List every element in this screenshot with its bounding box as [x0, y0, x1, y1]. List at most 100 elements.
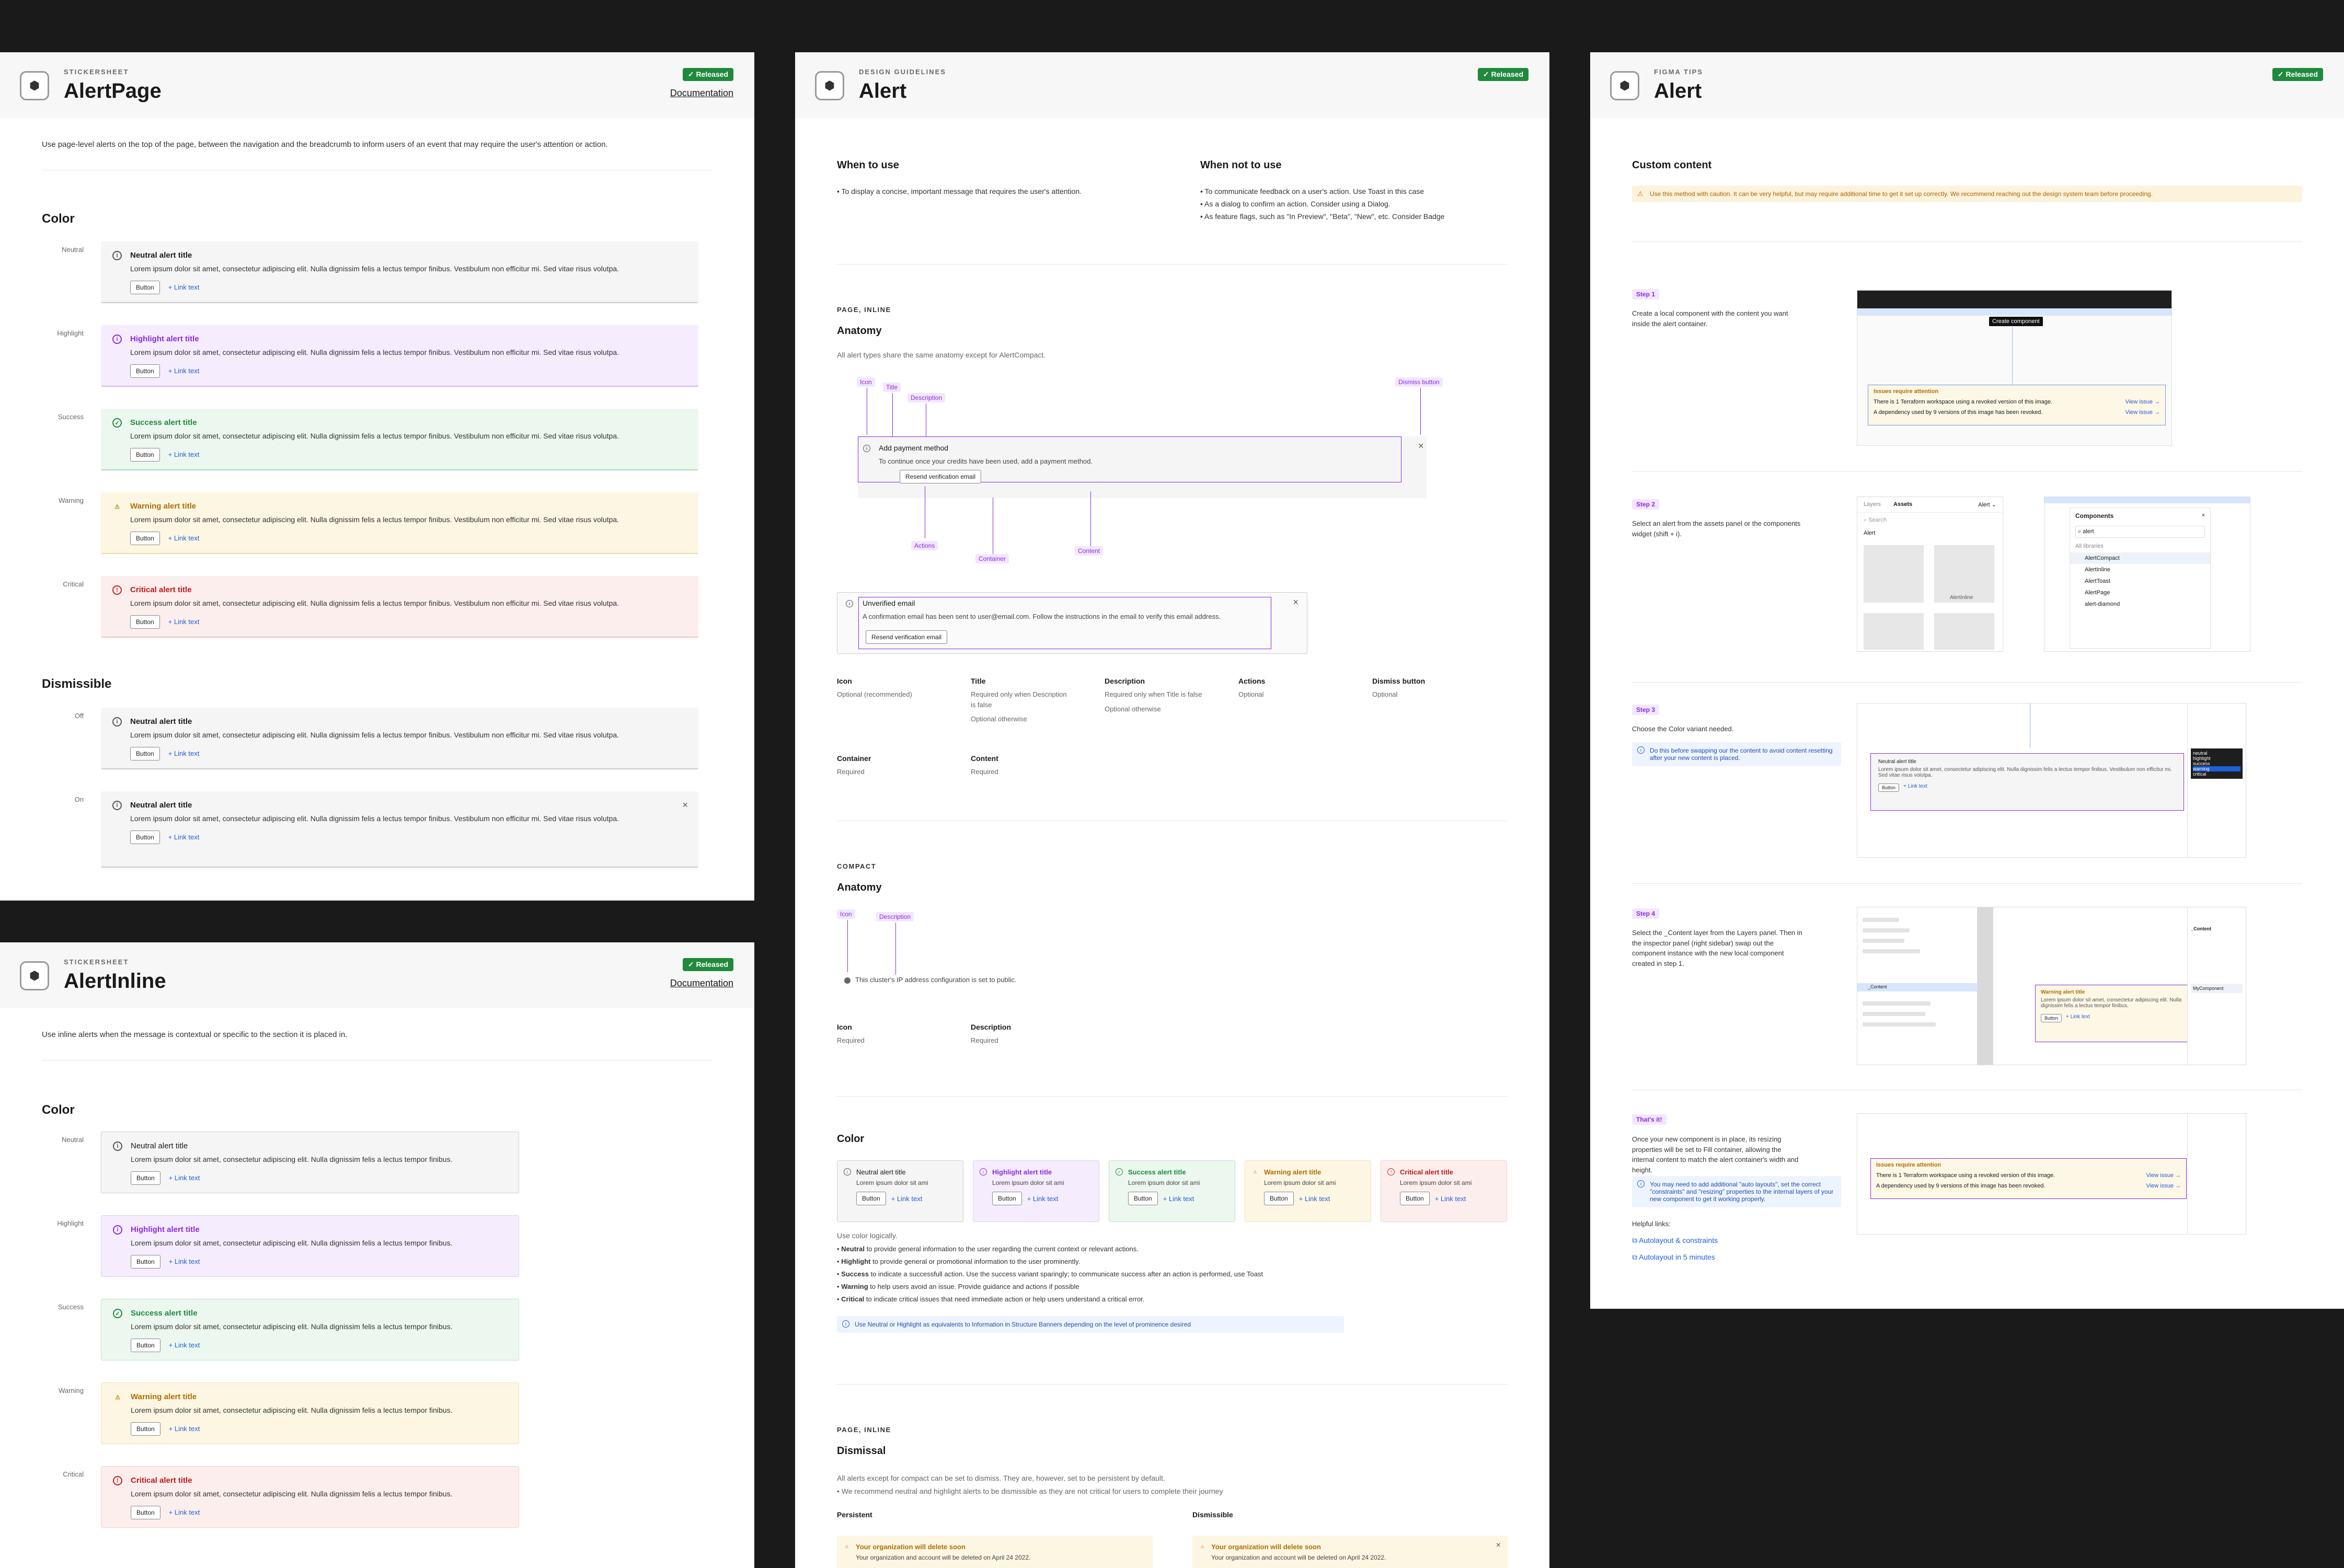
alert-link[interactable]: + Link text — [169, 1425, 200, 1433]
layer-row[interactable] — [1863, 1012, 1925, 1016]
frame-kicker: STICKERSHEET — [64, 68, 129, 76]
help-link-autolayout-5min[interactable]: ⧉ Autolayout in 5 minutes — [1632, 1253, 1715, 1262]
alert-link[interactable]: + Link text — [1435, 1195, 1466, 1203]
alert-button[interactable]: Button — [131, 1171, 160, 1185]
library-dropdown[interactable]: Alert ⌄ — [1978, 501, 1996, 508]
info-icon: i — [846, 600, 853, 607]
asset-thumbnail[interactable] — [1864, 545, 1924, 603]
alert-link[interactable]: + Link text — [168, 750, 200, 757]
alert-button[interactable]: Button — [130, 280, 160, 294]
variant-usage: to indicate critical issues that need im… — [864, 1295, 1145, 1304]
alert-button[interactable]: Button — [131, 1422, 160, 1436]
alert-link[interactable]: + Link text — [168, 283, 200, 291]
view-issue-link[interactable]: View issue → — [2125, 409, 2160, 416]
close-icon[interactable]: × — [682, 800, 688, 811]
alert-link[interactable]: + Link text — [169, 1174, 200, 1182]
alert-button[interactable]: Button — [1400, 1192, 1430, 1205]
alert-link[interactable]: + Link text — [1299, 1195, 1330, 1203]
alert-link[interactable]: + Link text — [2066, 1014, 2090, 1022]
alert-button[interactable]: Button — [130, 447, 160, 462]
alert-button[interactable]: Button — [131, 1254, 160, 1269]
variant-option[interactable]: highlight — [2193, 756, 2240, 761]
component-item[interactable]: AlertCompact — [2070, 552, 2210, 564]
alert-button[interactable]: Button — [130, 531, 160, 545]
figma-ruler — [2044, 497, 2250, 503]
alert-button[interactable]: Button — [130, 746, 160, 760]
alert-link[interactable]: + Link text — [168, 367, 200, 375]
alert-link[interactable]: + Link text — [168, 833, 200, 841]
variant-option[interactable]: critical — [2193, 771, 2240, 777]
help-link-autolayout-constraints[interactable]: ⧉ Autolayout & constraints — [1632, 1236, 1718, 1245]
part-desc: Optional (recommended) — [837, 690, 912, 698]
alert-link[interactable]: + Link text — [891, 1195, 923, 1203]
documentation-link[interactable]: Documentation — [670, 978, 733, 989]
alert-description: Lorem ipsum dolor sit amet, consectetur … — [1878, 767, 2172, 778]
asset-thumbnail[interactable] — [1864, 613, 1924, 650]
alert-description: Lorem ipsum dolor sit amet, consectetur … — [130, 599, 619, 607]
component-item[interactable]: alert-diamond — [2070, 598, 2210, 610]
demo-button[interactable]: Resend verification email — [900, 470, 982, 483]
info-icon: i — [863, 445, 870, 452]
close-icon[interactable]: × — [1418, 441, 1424, 452]
layer-row[interactable] — [1863, 918, 1899, 922]
alert-link[interactable]: + Link text — [168, 618, 200, 626]
alert-link[interactable]: + Link text — [168, 451, 200, 458]
tab-assets[interactable]: Assets — [1893, 501, 1912, 508]
alert-button[interactable]: Button — [1264, 1192, 1294, 1205]
alert-link[interactable]: + Link text — [169, 1258, 200, 1265]
components-title: Components — [2075, 512, 2114, 520]
alert-link[interactable]: + Link text — [169, 1508, 200, 1516]
alert-button[interactable]: Button — [1878, 783, 1900, 792]
view-issue-link[interactable]: View issue → — [2146, 1172, 2181, 1179]
alert-title: Your organization will delete soon — [1211, 1543, 1321, 1551]
alertinline-frame: ⬢ STICKERSHEET AlertInline ✓ Released Do… — [0, 942, 754, 1568]
close-icon[interactable]: × — [1293, 597, 1299, 608]
assets-search[interactable]: ⌕ Search — [1857, 513, 2003, 528]
alert-button[interactable]: Button — [130, 830, 160, 844]
alert-button[interactable]: Button — [130, 615, 160, 629]
alert-link[interactable]: + Link text — [1903, 783, 1927, 792]
alert-diamond-icon: ! — [112, 585, 122, 595]
layer-row[interactable] — [1863, 1001, 1931, 1006]
variant-usage: to provide general or promotional inform… — [870, 1258, 1081, 1266]
layer-row[interactable] — [1863, 949, 1920, 953]
part-desc: Required — [837, 1036, 865, 1044]
view-issue-link[interactable]: View issue → — [2125, 399, 2160, 405]
frame-kicker: STICKERSHEET — [64, 958, 129, 966]
asset-thumbnail[interactable]: AlertInline — [1934, 545, 1994, 603]
close-icon[interactable]: × — [1496, 1541, 1501, 1550]
components-search-input[interactable]: ⌕ alert — [2075, 526, 2205, 538]
layer-row-selected[interactable]: _Content — [1857, 983, 1978, 991]
alert-link[interactable]: + Link text — [1163, 1195, 1194, 1203]
alert-button[interactable]: Button — [2041, 1014, 2062, 1022]
component-item[interactable]: AlertPage — [2070, 587, 2210, 598]
demo-button[interactable]: Resend verification email — [866, 630, 948, 644]
variant-dropdown[interactable]: neutral highlight success warning critic… — [2191, 748, 2243, 779]
alert-button[interactable]: Button — [992, 1192, 1022, 1205]
step-label: Step 4 — [1632, 908, 1660, 919]
layer-row[interactable] — [1863, 1022, 1936, 1027]
all-libraries[interactable]: All libraries — [2070, 540, 2210, 552]
alert-button[interactable]: Button — [131, 1505, 160, 1519]
tab-layers[interactable]: Layers — [1864, 501, 1881, 508]
alert-link[interactable]: + Link text — [1027, 1195, 1059, 1203]
warning-triangle-icon: ⚠ — [1253, 1169, 1257, 1174]
variant-option[interactable]: neutral — [2193, 751, 2240, 756]
variant-option[interactable]: success — [2193, 761, 2240, 766]
asset-thumbnail[interactable] — [1934, 613, 1994, 650]
layer-row[interactable] — [1863, 928, 1910, 932]
variant-option-selected[interactable]: warning — [2193, 766, 2240, 771]
component-item[interactable]: AlertInline — [2070, 564, 2210, 575]
alert-button[interactable]: Button — [130, 364, 160, 378]
alert-link[interactable]: + Link text — [169, 1341, 200, 1349]
documentation-link[interactable]: Documentation — [670, 88, 733, 99]
close-icon[interactable]: × — [2202, 512, 2205, 520]
swap-instance-item[interactable]: MyComponent — [2191, 984, 2243, 993]
view-issue-link[interactable]: View issue → — [2146, 1183, 2181, 1189]
alert-button[interactable]: Button — [856, 1192, 886, 1205]
alert-button[interactable]: Button — [131, 1338, 160, 1352]
component-item[interactable]: AlertToast — [2070, 575, 2210, 587]
layer-row[interactable] — [1863, 939, 1904, 943]
alert-button[interactable]: Button — [1128, 1192, 1158, 1205]
alert-link[interactable]: + Link text — [168, 534, 200, 542]
